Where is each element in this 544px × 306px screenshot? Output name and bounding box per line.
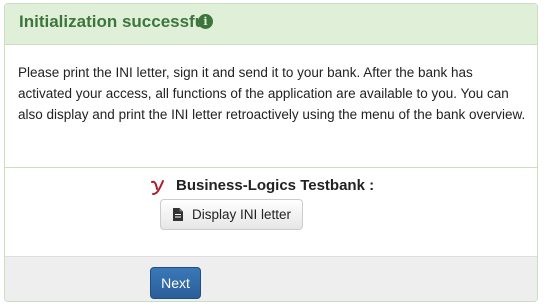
divider [5,167,537,168]
document-icon [173,208,183,221]
panel-header: Initialization successful i [5,4,537,45]
success-panel: Initialization successful i Please print… [4,3,538,302]
panel-title: Initialization successful [19,12,210,31]
info-circle-icon: i [198,14,213,29]
instruction-message: Please print the INI letter, sign it and… [18,65,526,122]
display-ini-letter-label: Display INI letter [192,207,292,222]
display-ini-letter-button[interactable]: Display INI letter [160,199,303,230]
next-button[interactable]: Next [150,267,201,299]
bank-name: Business-Logics Testbank : [176,177,375,194]
bank-logo-icon [151,180,164,195]
panel-footer: Next [5,256,537,301]
